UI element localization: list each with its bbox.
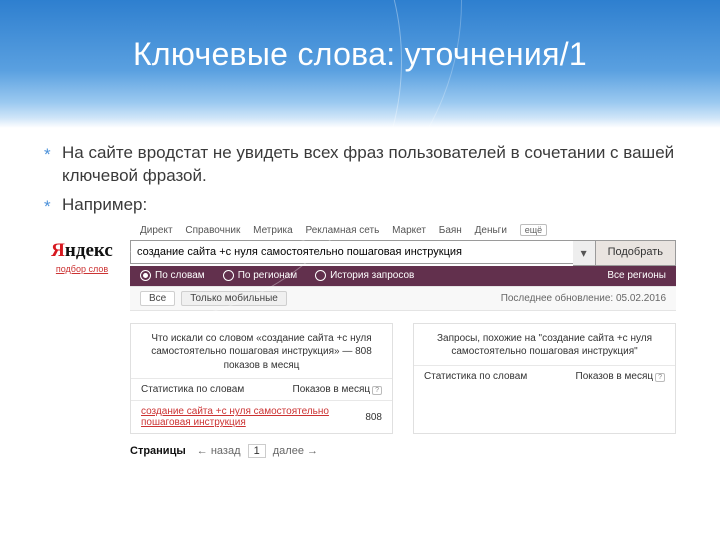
dropdown-toggle[interactable]: ▾: [573, 240, 596, 266]
bullet-2: Например:: [44, 194, 676, 217]
nav-bayan[interactable]: Баян: [439, 225, 462, 236]
nav-more[interactable]: ещё: [520, 224, 547, 236]
info-icon[interactable]: ?: [655, 373, 665, 382]
pager-label: Страницы: [130, 445, 186, 457]
hero-banner: Ключевые слова: уточнения/1: [0, 0, 720, 128]
left-card: Что искали со словом «создание сайта +с …: [130, 323, 393, 435]
left-count-label: Показов в месяц?: [293, 384, 383, 395]
left-card-title: Что искали со словом «создание сайта +с …: [131, 324, 392, 379]
filter-history[interactable]: История запросов: [315, 270, 414, 281]
pager: Страницы ← назад 1 далее →: [130, 444, 676, 458]
keyword-link[interactable]: создание сайта +с нуля самостоятельно по…: [141, 406, 329, 428]
right-card: Запросы, похожие на "создание сайта +с н…: [413, 323, 676, 435]
bullet-1: На сайте вродстат не увидеть всех фраз п…: [44, 142, 676, 188]
nav-money[interactable]: Деньги: [475, 225, 507, 236]
info-icon[interactable]: ?: [372, 386, 382, 395]
all-regions-link[interactable]: Все регионы: [607, 270, 666, 281]
keyword-count: 808: [365, 412, 382, 423]
right-count-label: Показов в месяц?: [576, 371, 666, 382]
slide-title: Ключевые слова: уточнения/1: [0, 36, 720, 73]
pager-prev[interactable]: назад: [211, 445, 241, 457]
pager-next[interactable]: далее: [273, 445, 304, 457]
pager-current: 1: [248, 444, 266, 458]
submit-button[interactable]: Подобрать: [596, 240, 676, 266]
right-card-title: Запросы, похожие на "создание сайта +с н…: [414, 324, 675, 365]
right-stat-label: Статистика по словам: [424, 371, 576, 382]
left-stat-label: Статистика по словам: [141, 384, 293, 395]
nav-market[interactable]: Маркет: [392, 225, 426, 236]
last-updated: Последнее обновление: 05.02.2016: [501, 293, 666, 304]
